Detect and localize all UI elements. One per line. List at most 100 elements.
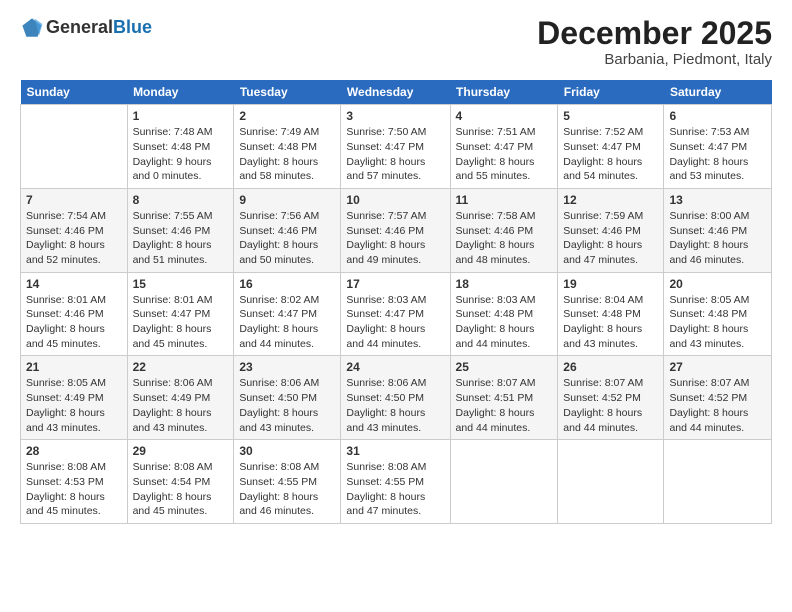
- day-info: Sunrise: 8:04 AM Sunset: 4:48 PM Dayligh…: [563, 293, 658, 352]
- logo: GeneralBlue: [20, 16, 152, 40]
- day-number: 24: [346, 360, 444, 374]
- day-number: 10: [346, 193, 444, 207]
- day-info: Sunrise: 8:03 AM Sunset: 4:48 PM Dayligh…: [456, 293, 553, 352]
- table-row: 22 Sunrise: 8:06 AM Sunset: 4:49 PM Dayli…: [127, 356, 234, 440]
- day-number: 9: [239, 193, 335, 207]
- day-info: Sunrise: 8:08 AM Sunset: 4:55 PM Dayligh…: [239, 460, 335, 519]
- day-number: 29: [133, 444, 229, 458]
- day-info: Sunrise: 8:06 AM Sunset: 4:50 PM Dayligh…: [239, 376, 335, 435]
- day-number: 19: [563, 277, 658, 291]
- day-info: Sunrise: 8:05 AM Sunset: 4:49 PM Dayligh…: [26, 376, 122, 435]
- day-number: 6: [669, 109, 766, 123]
- table-row: 8 Sunrise: 7:55 AM Sunset: 4:46 PM Daylig…: [127, 188, 234, 272]
- month-title: December 2025: [537, 16, 772, 51]
- day-number: 14: [26, 277, 122, 291]
- table-row: 19 Sunrise: 8:04 AM Sunset: 4:48 PM Dayli…: [558, 272, 664, 356]
- table-row: 12 Sunrise: 7:59 AM Sunset: 4:46 PM Dayli…: [558, 188, 664, 272]
- location: Barbania, Piedmont, Italy: [537, 51, 772, 68]
- table-row: 21Sunrise: 8:05 AM Sunset: 4:49 PM Dayli…: [21, 356, 128, 440]
- day-info: Sunrise: 7:53 AM Sunset: 4:47 PM Dayligh…: [669, 125, 766, 184]
- day-number: 17: [346, 277, 444, 291]
- day-info: Sunrise: 8:05 AM Sunset: 4:48 PM Dayligh…: [669, 293, 766, 352]
- table-row: 18 Sunrise: 8:03 AM Sunset: 4:48 PM Dayli…: [450, 272, 558, 356]
- table-row: 2Sunrise: 7:49 AM Sunset: 4:48 PM Daylig…: [234, 105, 341, 189]
- day-number: 12: [563, 193, 658, 207]
- table-row: 24 Sunrise: 8:06 AM Sunset: 4:50 PM Dayli…: [341, 356, 450, 440]
- day-number: 4: [456, 109, 553, 123]
- table-row: 4Sunrise: 7:51 AM Sunset: 4:47 PM Daylig…: [450, 105, 558, 189]
- day-info: Sunrise: 7:57 AM Sunset: 4:46 PM Dayligh…: [346, 209, 444, 268]
- header-friday: Friday: [558, 80, 664, 105]
- header-tuesday: Tuesday: [234, 80, 341, 105]
- day-info: Sunrise: 7:54 AM Sunset: 4:46 PM Dayligh…: [26, 209, 122, 268]
- table-row: 27Sunrise: 8:07 AM Sunset: 4:52 PM Dayli…: [664, 356, 772, 440]
- table-row: 13 Sunrise: 8:00 AM Sunset: 4:46 PM Dayli…: [664, 188, 772, 272]
- table-row: 30 Sunrise: 8:08 AM Sunset: 4:55 PM Dayli…: [234, 440, 341, 524]
- table-row: 31 Sunrise: 8:08 AM Sunset: 4:55 PM Dayli…: [341, 440, 450, 524]
- table-row: 23 Sunrise: 8:06 AM Sunset: 4:50 PM Dayli…: [234, 356, 341, 440]
- day-info: Sunrise: 7:52 AM Sunset: 4:47 PM Dayligh…: [563, 125, 658, 184]
- day-number: 20: [669, 277, 766, 291]
- day-info: Sunrise: 8:00 AM Sunset: 4:46 PM Dayligh…: [669, 209, 766, 268]
- calendar-week-5: 28Sunrise: 8:08 AM Sunset: 4:53 PM Dayli…: [21, 440, 772, 524]
- table-row: [21, 105, 128, 189]
- day-number: 26: [563, 360, 658, 374]
- table-row: 16 Sunrise: 8:02 AM Sunset: 4:47 PM Dayli…: [234, 272, 341, 356]
- day-info: Sunrise: 7:49 AM Sunset: 4:48 PM Dayligh…: [239, 125, 335, 184]
- day-number: 18: [456, 277, 553, 291]
- logo-blue: Blue: [113, 17, 152, 37]
- header: GeneralBlue December 2025 Barbania, Pied…: [20, 16, 772, 68]
- header-wednesday: Wednesday: [341, 80, 450, 105]
- table-row: [558, 440, 664, 524]
- table-row: 1Sunrise: 7:48 AM Sunset: 4:48 PM Daylig…: [127, 105, 234, 189]
- day-info: Sunrise: 7:59 AM Sunset: 4:46 PM Dayligh…: [563, 209, 658, 268]
- day-info: Sunrise: 7:55 AM Sunset: 4:46 PM Dayligh…: [133, 209, 229, 268]
- day-info: Sunrise: 8:08 AM Sunset: 4:55 PM Dayligh…: [346, 460, 444, 519]
- logo-icon: [20, 16, 44, 40]
- day-number: 1: [133, 109, 229, 123]
- day-info: Sunrise: 7:58 AM Sunset: 4:46 PM Dayligh…: [456, 209, 553, 268]
- table-row: 29Sunrise: 8:08 AM Sunset: 4:54 PM Dayli…: [127, 440, 234, 524]
- day-info: Sunrise: 8:06 AM Sunset: 4:49 PM Dayligh…: [133, 376, 229, 435]
- day-info: Sunrise: 7:50 AM Sunset: 4:47 PM Dayligh…: [346, 125, 444, 184]
- day-number: 7: [26, 193, 122, 207]
- day-info: Sunrise: 8:07 AM Sunset: 4:52 PM Dayligh…: [563, 376, 658, 435]
- day-info: Sunrise: 8:01 AM Sunset: 4:46 PM Dayligh…: [26, 293, 122, 352]
- day-info: Sunrise: 8:06 AM Sunset: 4:50 PM Dayligh…: [346, 376, 444, 435]
- day-number: 15: [133, 277, 229, 291]
- table-row: 3 Sunrise: 7:50 AM Sunset: 4:47 PM Daylig…: [341, 105, 450, 189]
- table-row: 9 Sunrise: 7:56 AM Sunset: 4:46 PM Daylig…: [234, 188, 341, 272]
- day-info: Sunrise: 8:08 AM Sunset: 4:53 PM Dayligh…: [26, 460, 122, 519]
- day-number: 3: [346, 109, 444, 123]
- day-number: 30: [239, 444, 335, 458]
- header-thursday: Thursday: [450, 80, 558, 105]
- day-number: 11: [456, 193, 553, 207]
- day-info: Sunrise: 8:07 AM Sunset: 4:51 PM Dayligh…: [456, 376, 553, 435]
- day-number: 22: [133, 360, 229, 374]
- calendar-week-3: 14 Sunrise: 8:01 AM Sunset: 4:46 PM Dayli…: [21, 272, 772, 356]
- table-row: 15 Sunrise: 8:01 AM Sunset: 4:47 PM Dayli…: [127, 272, 234, 356]
- table-row: 11 Sunrise: 7:58 AM Sunset: 4:46 PM Dayli…: [450, 188, 558, 272]
- header-monday: Monday: [127, 80, 234, 105]
- table-row: [664, 440, 772, 524]
- day-number: 13: [669, 193, 766, 207]
- day-number: 16: [239, 277, 335, 291]
- day-number: 23: [239, 360, 335, 374]
- day-number: 31: [346, 444, 444, 458]
- day-info: Sunrise: 7:56 AM Sunset: 4:46 PM Dayligh…: [239, 209, 335, 268]
- day-info: Sunrise: 8:02 AM Sunset: 4:47 PM Dayligh…: [239, 293, 335, 352]
- calendar-week-1: 1Sunrise: 7:48 AM Sunset: 4:48 PM Daylig…: [21, 105, 772, 189]
- table-row: 20 Sunrise: 8:05 AM Sunset: 4:48 PM Dayli…: [664, 272, 772, 356]
- calendar-week-4: 21Sunrise: 8:05 AM Sunset: 4:49 PM Dayli…: [21, 356, 772, 440]
- day-number: 8: [133, 193, 229, 207]
- table-row: 26 Sunrise: 8:07 AM Sunset: 4:52 PM Dayli…: [558, 356, 664, 440]
- table-row: 25Sunrise: 8:07 AM Sunset: 4:51 PM Dayli…: [450, 356, 558, 440]
- table-row: 6 Sunrise: 7:53 AM Sunset: 4:47 PM Daylig…: [664, 105, 772, 189]
- page: GeneralBlue December 2025 Barbania, Pied…: [0, 0, 792, 612]
- calendar-header-row: Sunday Monday Tuesday Wednesday Thursday…: [21, 80, 772, 105]
- header-saturday: Saturday: [664, 80, 772, 105]
- logo-text: GeneralBlue: [46, 18, 152, 38]
- day-info: Sunrise: 8:01 AM Sunset: 4:47 PM Dayligh…: [133, 293, 229, 352]
- table-row: 7 Sunrise: 7:54 AM Sunset: 4:46 PM Daylig…: [21, 188, 128, 272]
- table-row: [450, 440, 558, 524]
